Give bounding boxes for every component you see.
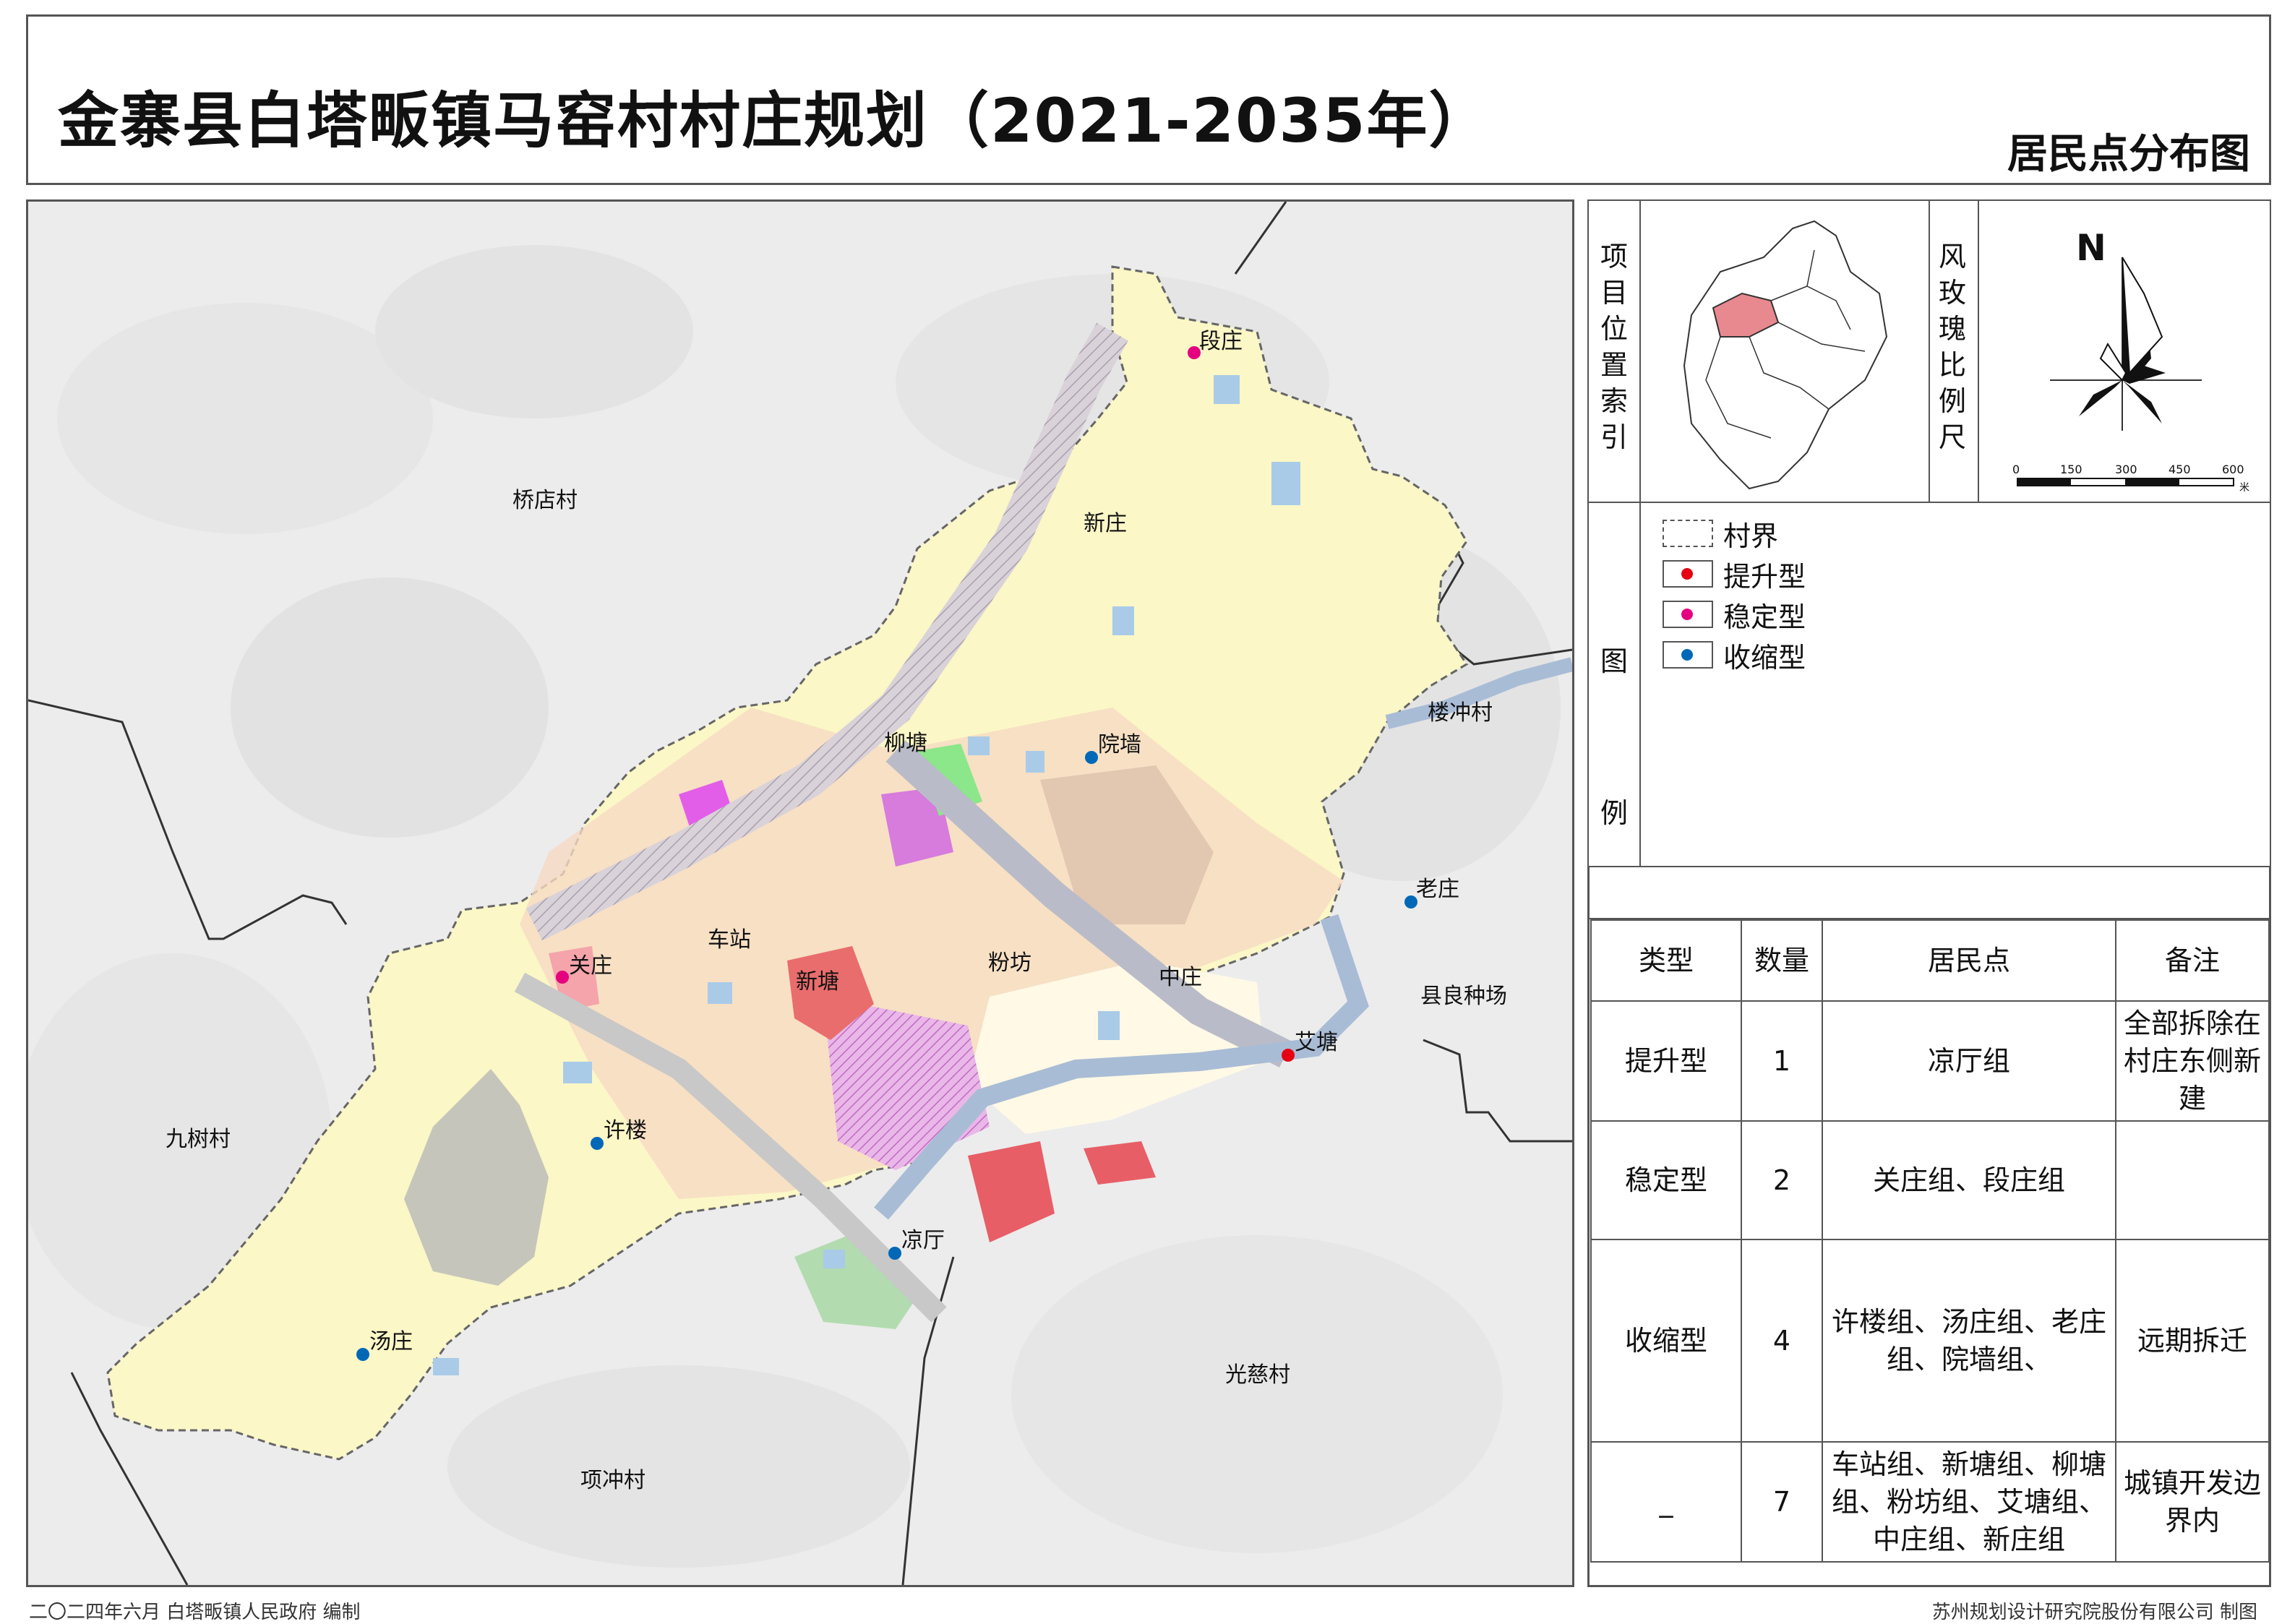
- settlement-label-liutang: 柳塘: [884, 731, 927, 756]
- upgrade-swatch: [1663, 560, 1713, 588]
- settlement-label-xinzhuang: 新庄: [1084, 511, 1127, 536]
- index-divider: [1639, 201, 1641, 502]
- legend-item-stable: 稳定型: [1663, 598, 1806, 633]
- village-label-louchong: 楼冲村: [1428, 700, 1493, 726]
- village-label-xiangchong: 项冲村: [580, 1468, 645, 1493]
- settlement-pin-aitang[interactable]: [1282, 1049, 1295, 1062]
- shrink-swatch: [1663, 641, 1713, 669]
- settlement-table: 类型 数量 居民点 备注 提升型 1 凉厅组 全部拆除在村庄东侧新建 稳定型 2…: [1590, 919, 2270, 1563]
- settlement-label-tangzhuang: 汤庄: [369, 1329, 413, 1354]
- row-count: 4: [1741, 1239, 1823, 1443]
- row-note: 全部拆除在村庄东侧新建: [2115, 1000, 2270, 1122]
- row-note: 城镇开发边界内: [2115, 1441, 2270, 1563]
- row-count: 7: [1741, 1441, 1823, 1563]
- rose-divider: [1978, 201, 1979, 502]
- rose-label: 风玫瑰比例尺: [1938, 241, 1966, 453]
- stable-swatch: [1663, 601, 1713, 628]
- boundary-swatch: [1663, 520, 1713, 547]
- settlement-pin-liangting[interactable]: [888, 1247, 901, 1260]
- legend-item-shrink: 收缩型: [1663, 638, 1806, 674]
- village-label-guangci: 光慈村: [1225, 1362, 1290, 1388]
- legend-box: [1587, 502, 2271, 867]
- table-row: 稳定型 2 关庄组、段庄组: [1590, 1120, 2270, 1240]
- village-label-liangzhongchang: 县良种场: [1420, 984, 1507, 1009]
- row-sites: 关庄组、段庄组: [1822, 1120, 2116, 1240]
- scale-unit: 米: [2239, 482, 2249, 494]
- table-header-cell: 备注: [2115, 919, 2270, 1002]
- scale-tick-0: 0: [2012, 463, 2020, 476]
- legend-item-upgrade: 提升型: [1663, 557, 1806, 593]
- settlement-label-laozhuang: 老庄: [1416, 877, 1459, 902]
- row-type: _: [1590, 1441, 1742, 1563]
- settlement-label-duanzhuang: 段庄: [1199, 329, 1243, 354]
- legend-item-label: 收缩型: [1723, 641, 1806, 674]
- row-note: 远期拆迁: [2115, 1239, 2270, 1443]
- row-count: 2: [1741, 1120, 1823, 1240]
- settlement-label-xulou: 许楼: [604, 1118, 647, 1143]
- table-header-cell: 居民点: [1822, 919, 2116, 1002]
- settlement-label-aitang: 艾塘: [1295, 1030, 1338, 1055]
- table-header-cell: 数量: [1741, 919, 1823, 1002]
- location-index-map[interactable]: [1663, 207, 1908, 496]
- settlement-label-chezhan: 车站: [708, 927, 751, 953]
- footer-right: 苏州规划设计研究院股份有限公司 制图: [1931, 1602, 2257, 1623]
- scale-tick-4: 600: [2222, 463, 2244, 476]
- legend-item-boundary: 村界: [1663, 517, 1778, 552]
- settlement-label-zhongzhuang: 中庄: [1159, 965, 1202, 990]
- scale-bar: [2017, 478, 2234, 486]
- settlement-label-liangting: 凉厅: [901, 1228, 945, 1253]
- legend-item-label: 稳定型: [1723, 601, 1806, 633]
- row-note: [2115, 1120, 2270, 1240]
- scale-tick-1: 150: [2060, 463, 2082, 476]
- table-row: _ 7 车站组、新塘组、柳塘组、粉坊组、艾塘组、中庄组、新庄组 城镇开发边界内: [1590, 1441, 2270, 1563]
- settlement-pin-tangzhuang[interactable]: [356, 1348, 369, 1361]
- table-row: 提升型 1 凉厅组 全部拆除在村庄东侧新建: [1590, 1000, 2270, 1122]
- settlement-label-xintang: 新塘: [796, 969, 839, 994]
- map-frame: 桥店村 楼冲村 县良种场 九树村 光慈村 项冲村 段庄 新庄 柳塘 院墙 老庄 …: [26, 199, 1574, 1587]
- settlement-pin-xulou[interactable]: [591, 1137, 604, 1150]
- table-header-cell: 类型: [1590, 919, 1742, 1002]
- red-dot-icon: [1681, 568, 1693, 580]
- magenta-dot-icon: [1681, 609, 1693, 620]
- legend-divider: [1639, 503, 1641, 866]
- settlement-pin-yuanqiang[interactable]: [1085, 751, 1098, 764]
- village-label-jiushu: 九树村: [166, 1127, 231, 1152]
- legend-item-label: 提升型: [1723, 560, 1806, 593]
- settlement-label-guanzhuang: 关庄: [569, 953, 612, 979]
- row-sites: 车站组、新塘组、柳塘组、粉坊组、艾塘组、中庄组、新庄组: [1822, 1441, 2116, 1563]
- table-row: 收缩型 4 许楼组、汤庄组、老庄组、院墙组、 远期拆迁: [1590, 1239, 2270, 1443]
- row-count: 1: [1741, 1000, 1823, 1122]
- row-type: 提升型: [1590, 1000, 1742, 1122]
- scale-tick-3: 450: [2169, 463, 2191, 476]
- legend-heading: 图例: [1600, 645, 1628, 829]
- settlement-label-fenfang: 粉坊: [988, 950, 1031, 976]
- index-label: 项目位置索引: [1600, 241, 1628, 453]
- blue-dot-icon: [1681, 649, 1693, 661]
- sheet-name: 居民点分布图: [2007, 131, 2250, 178]
- settlement-pin-guanzhuang[interactable]: [556, 971, 569, 984]
- table-header-row: 类型 数量 居民点 备注: [1590, 919, 2270, 1002]
- map-canvas[interactable]: [28, 202, 1572, 1585]
- row-sites: 凉厅组: [1822, 1000, 2116, 1122]
- settlement-label-yuanqiang: 院墙: [1098, 732, 1141, 757]
- wind-rose-icon: [2050, 257, 2202, 431]
- row-type: 收缩型: [1590, 1239, 1742, 1443]
- row-type: 稳定型: [1590, 1120, 1742, 1240]
- village-label-qiaodian: 桥店村: [512, 488, 578, 513]
- legend-item-label: 村界: [1723, 520, 1779, 552]
- page-title: 金寨县白塔畈镇马窑村村庄规划（2021-2035年）: [58, 85, 1491, 156]
- scale-tick-2: 300: [2115, 463, 2137, 476]
- footer-left: 二〇二四年六月 白塔畈镇人民政府 编制: [29, 1602, 361, 1623]
- row-sites: 许楼组、汤庄组、老庄组、院墙组、: [1822, 1239, 2116, 1443]
